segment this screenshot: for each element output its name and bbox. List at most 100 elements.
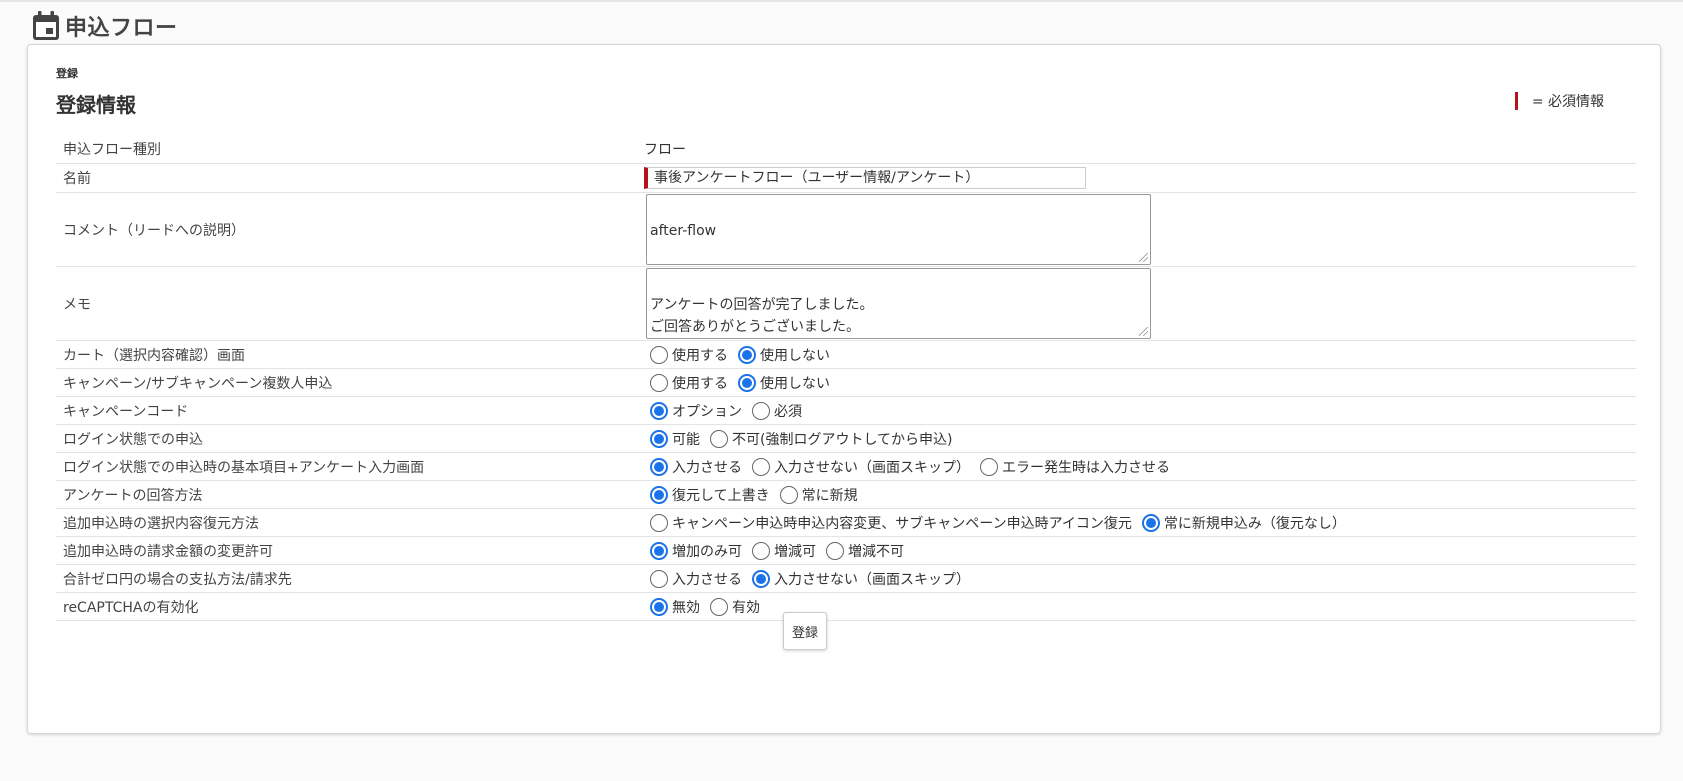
radio-button[interactable] xyxy=(752,541,770,560)
radio-option[interactable]: エラー発生時は入力させる xyxy=(980,457,1170,477)
required-marker xyxy=(1514,92,1518,110)
form-row-radio-group: 合計ゼロ円の場合の支払方法/請求先 入力させる 入力させない（画面スキップ） xyxy=(56,565,1636,593)
radio-button[interactable] xyxy=(650,401,668,420)
radio-option-label: 使用する xyxy=(672,347,728,364)
radio-option-label: オプション xyxy=(672,403,742,420)
form-row-radio-group: カート（選択内容確認）画面 使用する 使用しない xyxy=(56,341,1636,369)
memo-text: アンケートの回答が完了しました。 ご回答ありがとうございました。 xyxy=(650,297,874,335)
radio-option[interactable]: 復元して上書き xyxy=(650,485,770,505)
radio-group-label: 追加申込時の請求金額の変更許可 xyxy=(63,543,273,560)
resize-handle-icon[interactable] xyxy=(1139,253,1148,262)
radio-group-label: ログイン状態での申込 xyxy=(63,431,203,448)
radio-group-label: アンケートの回答方法 xyxy=(63,487,203,504)
radio-button[interactable] xyxy=(980,457,998,476)
radio-option[interactable]: 使用する xyxy=(650,373,728,393)
radio-button[interactable] xyxy=(826,541,844,560)
radio-group-label: 合計ゼロ円の場合の支払方法/請求先 xyxy=(63,571,292,588)
form-row-comment: コメント（リードへの説明） after-flow xyxy=(56,193,1636,267)
radio-option[interactable]: 不可(強制ログアウトしてから申込) xyxy=(710,429,953,449)
required-legend-text: = 必須情報 xyxy=(1531,94,1604,110)
radio-button[interactable] xyxy=(650,513,668,532)
radio-option[interactable]: 常に新規申込み（復元なし） xyxy=(1141,513,1346,533)
radio-option-label: 増減可 xyxy=(774,543,816,560)
radio-option[interactable]: 増減可 xyxy=(752,541,816,561)
radio-button[interactable] xyxy=(738,373,756,392)
registration-form: 申込フロー種別 フロー 名前 事後アンケートフロー（ユーザー情報/アンケート） … xyxy=(56,135,1636,621)
radio-button[interactable] xyxy=(650,569,668,588)
radio-option[interactable]: 常に新規 xyxy=(779,485,858,505)
radio-button[interactable] xyxy=(752,457,770,476)
radio-group-label: カート（選択内容確認）画面 xyxy=(63,347,245,364)
submit-area: 登録 xyxy=(28,612,1662,650)
form-row-flow-type: 申込フロー種別 フロー xyxy=(56,135,1636,164)
flow-type-value: フロー xyxy=(644,142,686,158)
form-row-radio-group: ログイン状態での申込 可能 不可(強制ログアウトしてから申込) xyxy=(56,425,1636,453)
radio-group-label: キャンペーンコード xyxy=(63,403,189,420)
memo-textarea[interactable]: アンケートの回答が完了しました。 ご回答ありがとうございました。 xyxy=(646,268,1151,339)
radio-option-label: 増減不可 xyxy=(848,543,904,560)
radio-option[interactable]: 入力させない（画面スキップ） xyxy=(752,457,970,477)
form-row-radio-group: 追加申込時の選択内容復元方法 キャンペーン申込時申込内容変更、サブキャンペーン申込… xyxy=(56,509,1636,537)
form-row-name: 名前 事後アンケートフロー（ユーザー情報/アンケート） xyxy=(56,164,1636,193)
comment-label: コメント（リードへの説明） xyxy=(63,222,245,239)
register-button[interactable]: 登録 xyxy=(783,612,827,650)
radio-button[interactable] xyxy=(650,457,668,476)
form-row-memo: メモ アンケートの回答が完了しました。 ご回答ありがとうございました。 xyxy=(56,267,1636,341)
radio-option-label: 必須 xyxy=(774,403,802,420)
radio-option[interactable]: 増加のみ可 xyxy=(650,541,742,561)
radio-button[interactable] xyxy=(738,345,756,364)
radio-option-label: 入力させる xyxy=(672,459,742,476)
radio-button[interactable] xyxy=(752,569,770,588)
form-row-radio-group: ログイン状態での申込時の基本項目+アンケート入力画面 入力させる 入力させない（画面… xyxy=(56,453,1636,481)
top-divider xyxy=(0,0,1683,2)
radio-option[interactable]: 使用しない xyxy=(738,345,830,365)
radio-group-label: ログイン状態での申込時の基本項目+アンケート入力画面 xyxy=(63,459,425,476)
radio-option-label: 使用しない xyxy=(760,347,830,364)
radio-option[interactable]: 使用する xyxy=(650,345,728,365)
radio-option[interactable]: 必須 xyxy=(752,401,802,421)
radio-option-label: 常に新規 xyxy=(801,487,858,504)
radio-button[interactable] xyxy=(1141,513,1160,532)
radio-option[interactable]: 使用しない xyxy=(738,373,830,393)
radio-option[interactable]: キャンペーン申込時申込内容変更、サブキャンペーン申込時アイコン復元 xyxy=(650,513,1132,533)
form-card: 登録 登録情報 = 必須情報 申込フロー種別 フロー 名前 事後アンケートフロー… xyxy=(27,44,1661,734)
radio-option-label: 入力させる xyxy=(672,571,742,588)
radio-option-label: 復元して上書き xyxy=(672,487,770,504)
radio-button[interactable] xyxy=(650,485,668,504)
radio-option-label: エラー発生時は入力させる xyxy=(1002,459,1170,476)
radio-option-label: 入力させない（画面スキップ） xyxy=(774,571,970,588)
form-row-radio-group: 追加申込時の請求金額の変更許可 増加のみ可 増減可 増減不可 xyxy=(56,537,1636,565)
comment-textarea[interactable]: after-flow xyxy=(646,194,1151,265)
form-row-radio-group: アンケートの回答方法 復元して上書き 常に新規 xyxy=(56,481,1636,509)
radio-button[interactable] xyxy=(752,401,770,420)
radio-group-label: 追加申込時の選択内容復元方法 xyxy=(63,515,259,532)
radio-button[interactable] xyxy=(710,429,728,448)
name-input[interactable]: 事後アンケートフロー（ユーザー情報/アンケート） xyxy=(644,167,1086,189)
radio-option-label: 使用する xyxy=(672,375,728,392)
page-title: 申込フロー xyxy=(65,16,178,41)
name-label: 名前 xyxy=(63,171,91,187)
radio-option[interactable]: オプション xyxy=(650,401,742,421)
comment-text: after-flow xyxy=(650,223,717,239)
radio-button[interactable] xyxy=(779,485,798,504)
resize-handle-icon[interactable] xyxy=(1139,327,1148,336)
radio-button[interactable] xyxy=(650,541,668,560)
radio-option[interactable]: 増減不可 xyxy=(826,541,904,561)
radio-option-label: 増加のみ可 xyxy=(672,543,742,560)
radio-option[interactable]: 入力させる xyxy=(650,569,742,589)
radio-option[interactable]: 可能 xyxy=(650,429,700,449)
required-legend: = 必須情報 xyxy=(1514,91,1604,111)
radio-option[interactable]: 入力させる xyxy=(650,457,742,477)
radio-button[interactable] xyxy=(650,373,668,392)
flow-type-label: 申込フロー種別 xyxy=(63,142,161,158)
radio-button[interactable] xyxy=(650,345,668,364)
radio-option[interactable]: 入力させない（画面スキップ） xyxy=(752,569,970,589)
memo-label: メモ xyxy=(63,296,91,313)
breadcrumb: 登録 xyxy=(56,67,78,80)
radio-button[interactable] xyxy=(650,429,668,448)
form-row-radio-group: キャンペーンコード オプション 必須 xyxy=(56,397,1636,425)
calendar-icon xyxy=(32,11,60,41)
radio-option-label: 可能 xyxy=(672,431,700,448)
radio-option-label: 不可(強制ログアウトしてから申込) xyxy=(732,431,953,448)
radio-option-label: 使用しない xyxy=(760,375,830,392)
